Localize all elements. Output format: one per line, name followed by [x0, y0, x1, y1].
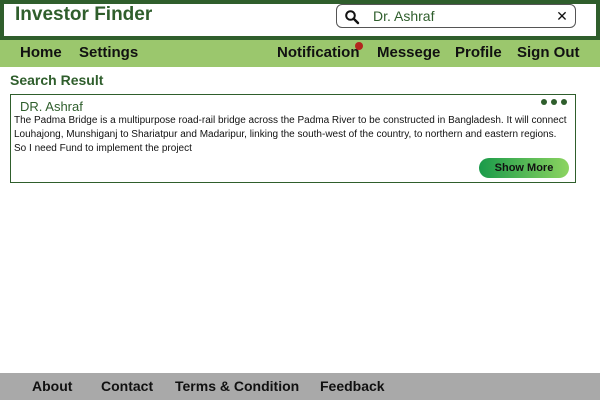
footer-feedback[interactable]: Feedback	[320, 378, 385, 394]
nav-profile[interactable]: Profile	[455, 44, 502, 61]
nav-sign-out[interactable]: Sign Out	[517, 44, 580, 61]
app-title: Investor Finder	[15, 4, 153, 25]
footer-terms[interactable]: Terms & Condition	[175, 378, 299, 394]
result-description: The Padma Bridge is a multipurpose road-…	[14, 115, 567, 154]
search-result-title: Search Result	[10, 72, 104, 88]
search-icon[interactable]	[344, 9, 360, 25]
footer-about[interactable]: About	[32, 378, 72, 394]
nav-home[interactable]: Home	[20, 44, 62, 61]
clear-search-icon[interactable]: ✕	[555, 7, 569, 25]
nav-notification[interactable]: Notification	[277, 44, 360, 61]
nav-settings[interactable]: Settings	[79, 44, 138, 61]
nav-messege[interactable]: Messege	[377, 44, 440, 61]
search-input[interactable]	[373, 7, 553, 25]
show-more-button[interactable]: Show More	[479, 158, 569, 178]
notification-badge	[355, 42, 363, 50]
more-options-icon[interactable]	[541, 99, 569, 107]
footer-contact[interactable]: Contact	[101, 378, 153, 394]
footer-bar	[0, 373, 600, 400]
result-card: DR. Ashraf The Padma Bridge is a multipu…	[10, 94, 576, 183]
search-box[interactable]: ✕	[336, 4, 576, 28]
result-name[interactable]: DR. Ashraf	[20, 99, 83, 114]
